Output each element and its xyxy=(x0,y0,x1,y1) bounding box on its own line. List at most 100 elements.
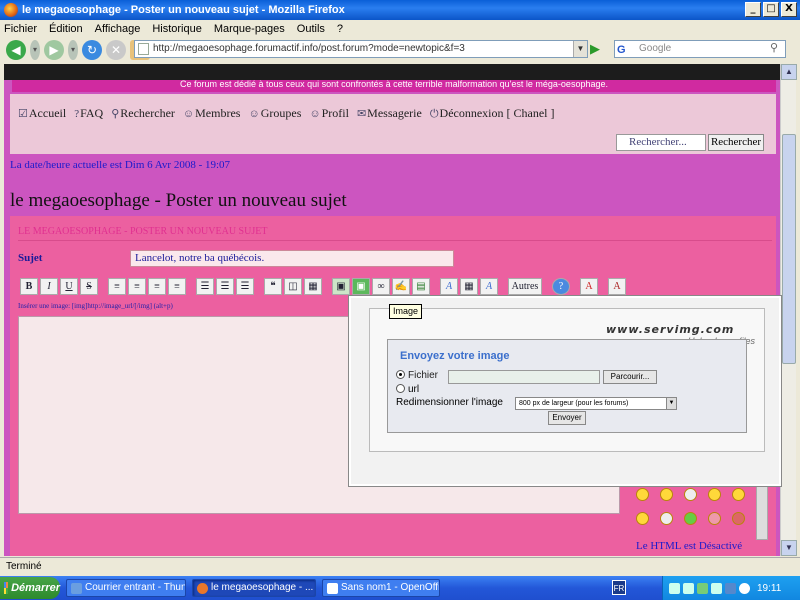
start-button[interactable]: Démarrer xyxy=(0,577,60,599)
menu-historique[interactable]: Historique xyxy=(152,23,202,35)
smiley-icon[interactable] xyxy=(684,512,697,525)
google-icon[interactable]: G xyxy=(617,42,626,58)
network-icon[interactable] xyxy=(669,582,680,594)
browse-button[interactable]: Parcourir... xyxy=(603,370,657,384)
task-thunderbird[interactable]: Courrier entrant - Thunder... xyxy=(66,579,186,597)
menu-marque-pages[interactable]: Marque-pages xyxy=(214,23,285,35)
ordered-list-button[interactable]: ☰ xyxy=(216,278,234,295)
forum-search-button[interactable]: Rechercher xyxy=(708,134,764,151)
quote-button[interactable]: ❝ xyxy=(264,278,282,295)
resize-select[interactable]: 800 px de largeur (pour les forums) ▼ xyxy=(515,397,677,410)
nav-deconnexion[interactable]: ⏻Déconnexion [ Chanel ] xyxy=(430,106,555,121)
page-scrollbar[interactable]: ▲ ▼ xyxy=(780,64,797,556)
nav-membres[interactable]: ☺Membres xyxy=(183,106,241,121)
scroll-up-icon[interactable]: ▲ xyxy=(781,64,797,80)
nav-profil[interactable]: ☺Profil xyxy=(309,106,349,121)
table-button[interactable]: ▦ xyxy=(304,278,322,295)
italic-button[interactable]: I xyxy=(40,278,58,295)
smiley-icon[interactable] xyxy=(732,488,745,501)
windows-logo-icon xyxy=(4,582,9,594)
go-icon[interactable]: ▶ xyxy=(590,41,604,57)
panel-divider xyxy=(18,240,772,241)
url-bar[interactable]: http://megaoesophage.forumactif.info/pos… xyxy=(134,40,588,58)
url-radio[interactable] xyxy=(396,384,405,393)
scroll-down-icon[interactable]: ▼ xyxy=(781,540,797,556)
help-button[interactable]: ? xyxy=(552,278,570,295)
nav-groupes[interactable]: ☺Groupes xyxy=(248,106,301,121)
maximize-button[interactable]: □ xyxy=(763,2,779,17)
nav-rechercher[interactable]: ⚲Rechercher xyxy=(111,106,175,121)
color-grid-button[interactable]: ▦ xyxy=(460,278,478,295)
link-button[interactable]: ∞ xyxy=(372,278,390,295)
help-icon: ? xyxy=(74,108,80,120)
flash-button[interactable]: ✍ xyxy=(392,278,410,295)
align-right-button[interactable]: ≡ xyxy=(148,278,166,295)
nav-faq[interactable]: ?FAQ xyxy=(74,106,103,121)
font-size-button[interactable]: A xyxy=(480,278,498,295)
minimize-button[interactable]: _ xyxy=(745,2,761,17)
smiley-icon[interactable] xyxy=(708,488,721,501)
smiley-icon[interactable] xyxy=(684,488,697,501)
hr-button[interactable]: ☰ xyxy=(236,278,254,295)
bold-button[interactable]: B xyxy=(20,278,38,295)
window-titlebar[interactable]: le megaoesophage - Poster un nouveau suj… xyxy=(0,0,800,20)
align-center-button[interactable]: ≡ xyxy=(128,278,146,295)
volume-icon[interactable] xyxy=(683,582,694,594)
image-button[interactable]: ▣ xyxy=(332,278,350,295)
font-button[interactable]: A xyxy=(440,278,458,295)
forward-dropdown-icon[interactable]: ▾ xyxy=(68,39,78,60)
others-button[interactable]: Autres xyxy=(508,278,542,295)
strike-button[interactable]: S xyxy=(80,278,98,295)
switch-editor-button[interactable]: A xyxy=(608,278,626,295)
host-image-button[interactable]: ▣ xyxy=(352,278,370,295)
clear-format-button[interactable]: A xyxy=(580,278,598,295)
forum-search-input[interactable]: Rechercher... xyxy=(616,134,706,151)
file-input[interactable] xyxy=(448,370,600,384)
menu-outils[interactable]: Outils xyxy=(297,23,325,35)
menu-affichage[interactable]: Affichage xyxy=(95,23,141,35)
back-icon[interactable]: ◀ xyxy=(6,39,26,60)
chevron-down-icon[interactable]: ▼ xyxy=(666,398,676,409)
smiley-icon[interactable] xyxy=(636,512,649,525)
info-icon[interactable] xyxy=(739,582,750,594)
send-button[interactable]: Envoyer xyxy=(548,411,586,425)
back-dropdown-icon[interactable]: ▾ xyxy=(30,39,40,60)
underline-button[interactable]: U xyxy=(60,278,78,295)
file-label: Fichier xyxy=(408,370,439,381)
align-justify-button[interactable]: ≡ xyxy=(168,278,186,295)
search-engine-box[interactable]: G Google xyxy=(614,40,786,58)
search-icon[interactable]: ⚲ xyxy=(770,41,784,55)
video-button[interactable]: ▤ xyxy=(412,278,430,295)
smiley-icon[interactable] xyxy=(660,488,673,501)
menu-fichier[interactable]: Fichier xyxy=(4,23,37,35)
smiley-icon[interactable] xyxy=(636,488,649,501)
scroll-thumb[interactable] xyxy=(782,134,796,364)
nav-messagerie[interactable]: ✉Messagerie xyxy=(357,106,422,121)
smiley-icon[interactable] xyxy=(732,512,745,525)
nav-accueil[interactable]: ☑Accueil xyxy=(18,106,66,121)
smiley-icon[interactable] xyxy=(660,512,673,525)
align-left-button[interactable]: ≡ xyxy=(108,278,126,295)
security-icon[interactable] xyxy=(697,582,708,594)
close-button[interactable]: X xyxy=(781,2,797,17)
update-icon[interactable] xyxy=(725,582,736,594)
forward-icon[interactable]: ▶ xyxy=(44,39,64,60)
list-button[interactable]: ☰ xyxy=(196,278,214,295)
url-dropdown-icon[interactable]: ▼ xyxy=(573,41,587,57)
subject-input[interactable]: Lancelot, notre ba québécois. xyxy=(130,250,454,267)
language-indicator[interactable]: FR xyxy=(612,580,626,595)
task-openoffice[interactable]: Sans nom1 - OpenOffice.... xyxy=(322,579,440,597)
members-icon: ☺ xyxy=(182,108,195,120)
file-radio[interactable] xyxy=(396,370,405,379)
task-firefox[interactable]: le megaoesophage - ... xyxy=(192,579,316,597)
code-button[interactable]: ◫ xyxy=(284,278,302,295)
upload-heading: Envoyez votre image xyxy=(400,350,510,362)
display-icon[interactable] xyxy=(711,582,722,594)
insert-image-hint: Insérer une image: [img]http://image_url… xyxy=(18,302,173,310)
smiley-icon[interactable] xyxy=(708,512,721,525)
menu-help[interactable]: ? xyxy=(337,23,343,35)
stop-icon[interactable]: ✕ xyxy=(106,39,126,60)
menu-edition[interactable]: Édition xyxy=(49,23,83,35)
firefox-icon xyxy=(197,582,208,594)
reload-icon[interactable]: ↻ xyxy=(82,39,102,60)
